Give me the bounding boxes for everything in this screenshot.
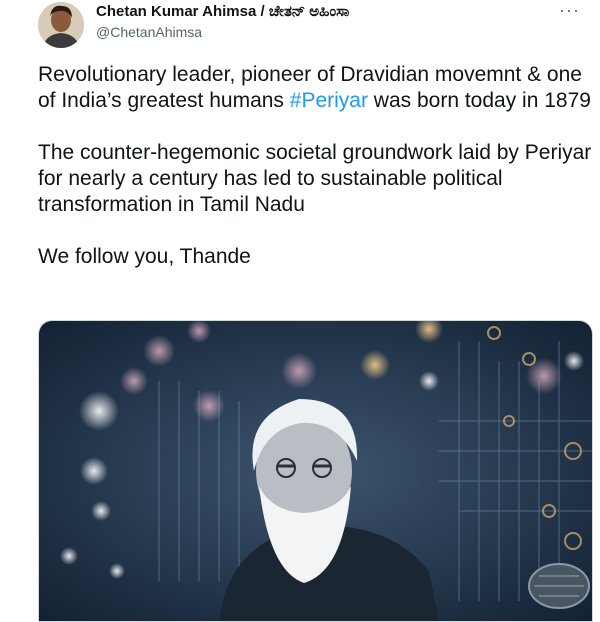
- hashtag-link[interactable]: #Periyar: [290, 89, 368, 112]
- more-horizontal-icon[interactable]: ···: [559, 0, 580, 21]
- tweet-media-image[interactable]: [38, 320, 593, 622]
- author-avatar[interactable]: [38, 2, 84, 48]
- tweet-text: Revolutionary leader, pioneer of Dravidi…: [38, 62, 598, 270]
- author-handle[interactable]: @ChetanAhimsa: [96, 24, 202, 40]
- author-name[interactable]: Chetan Kumar Ahimsa / ಚೇತನ್ ಅಹಿಂಸಾ: [96, 3, 349, 20]
- tweet-text-part2: was born today in 1879 The counter-hegem…: [38, 89, 592, 268]
